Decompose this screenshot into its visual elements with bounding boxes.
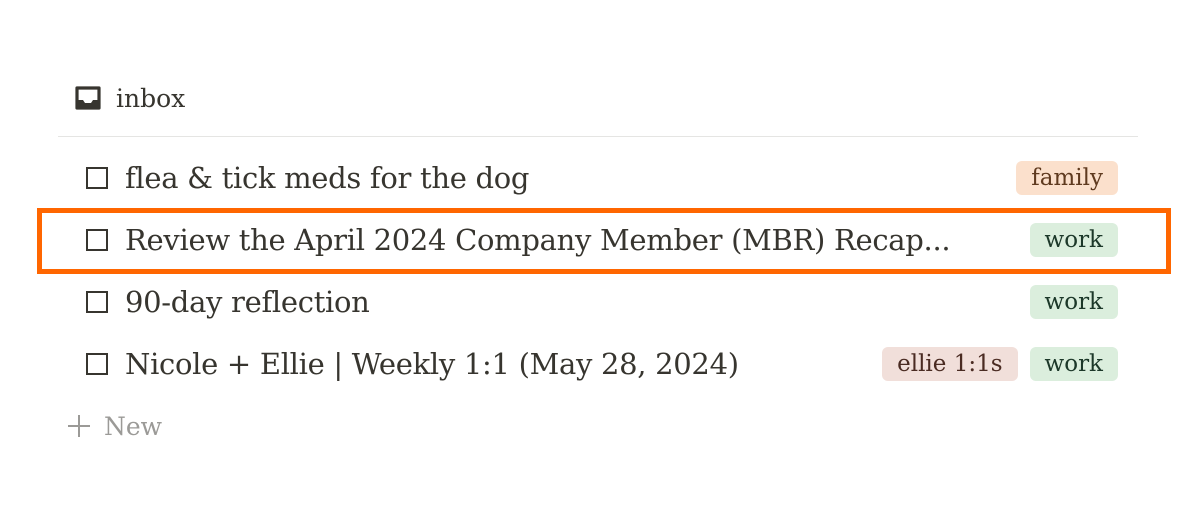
task-title[interactable]: Nicole + Ellie | Weekly 1:1 (May 28, 202… [125,347,739,381]
list-title: inbox [116,83,186,113]
task-tags: work [1029,285,1118,319]
task-title[interactable]: 90-day reflection [125,285,370,319]
task-checkbox[interactable] [86,353,108,375]
task-tags: work [1029,223,1118,257]
task-title[interactable]: flea & tick meds for the dog [125,161,529,195]
task-checkbox[interactable] [86,167,108,189]
task-row[interactable]: flea & tick meds for the dog family [58,147,1138,209]
task-title[interactable]: Review the April 2024 Company Member (MB… [125,223,951,257]
task-row[interactable]: Nicole + Ellie | Weekly 1:1 (May 28, 202… [58,333,1138,395]
new-item-button[interactable]: New [66,406,162,446]
task-checkbox[interactable] [86,229,108,251]
list-header: inbox [74,80,185,116]
tag-ellie-1-1s[interactable]: ellie 1:1s [882,347,1018,381]
tag-work[interactable]: work [1029,347,1118,381]
new-item-label: New [104,411,163,441]
task-list: flea & tick meds for the dog family Revi… [58,147,1138,395]
plus-icon [66,413,92,439]
tag-work[interactable]: work [1029,285,1118,319]
tag-family[interactable]: family [1016,161,1118,195]
task-tags: family [1016,161,1118,195]
inbox-tray-icon [74,84,102,112]
tag-work[interactable]: work [1029,223,1118,257]
task-row[interactable]: Review the April 2024 Company Member (MB… [58,209,1138,271]
task-tags: ellie 1:1s work [882,347,1118,381]
task-checkbox[interactable] [86,291,108,313]
header-divider [58,136,1138,137]
task-row[interactable]: 90-day reflection work [58,271,1138,333]
